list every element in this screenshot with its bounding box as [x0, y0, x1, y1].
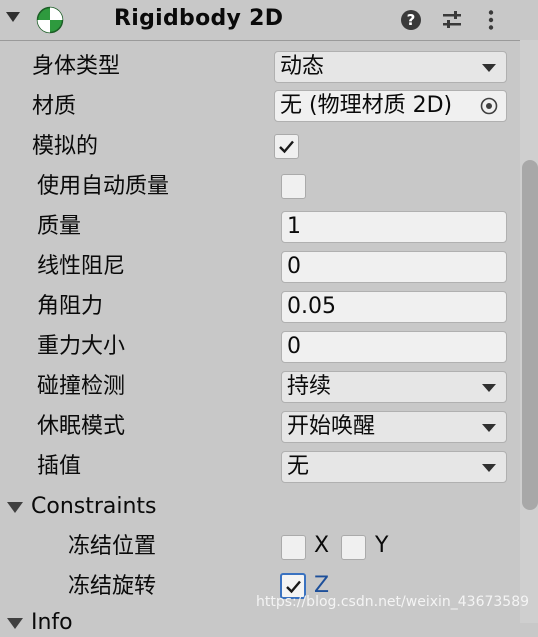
linear-drag-label: 线性阻尼: [37, 254, 126, 279]
mass-label: 质量: [37, 214, 82, 239]
linear-drag-input[interactable]: 0: [281, 251, 507, 283]
scrollbar-thumb[interactable]: [522, 160, 538, 510]
material-value: 无 (物理材质 2D): [280, 93, 453, 118]
angular-drag-input[interactable]: 0.05: [281, 291, 507, 323]
material-label: 材质: [32, 94, 77, 119]
dropdown-arrow-icon: [482, 384, 496, 392]
gravity-scale-input[interactable]: 0: [281, 331, 507, 363]
collision-detection-label: 碰撞检测: [37, 374, 126, 399]
sleeping-mode-label: 休眠模式: [37, 414, 126, 439]
component-title: Rigidbody 2D: [114, 6, 284, 31]
object-picker-icon[interactable]: [480, 97, 498, 115]
use-auto-mass-checkbox[interactable]: [281, 174, 306, 199]
info-foldout-icon[interactable]: [7, 618, 23, 629]
interpolate-label: 插值: [37, 454, 82, 479]
collision-detection-dropdown[interactable]: 持续: [281, 371, 507, 403]
simulated-checkbox[interactable]: [274, 134, 299, 159]
body-type-dropdown[interactable]: 动态: [274, 51, 507, 83]
body-type-value: 动态: [280, 54, 325, 79]
freeze-position-x-label: X: [314, 533, 330, 558]
sleeping-mode-value: 开始唤醒: [287, 414, 376, 439]
material-object-field[interactable]: 无 (物理材质 2D): [274, 90, 507, 122]
constraints-foldout-icon[interactable]: [7, 502, 23, 513]
rigidbody-component-icon: [36, 6, 64, 34]
dropdown-arrow-icon: [482, 424, 496, 432]
gravity-scale-label: 重力大小: [37, 334, 126, 359]
freeze-position-y-label: Y: [375, 533, 389, 558]
checkmark-icon: [279, 140, 294, 154]
freeze-position-x-checkbox[interactable]: [281, 535, 306, 560]
watermark-text: https://blog.csdn.net/weixin_43673589: [256, 594, 530, 610]
more-options-icon[interactable]: [479, 8, 503, 32]
svg-text:?: ?: [407, 11, 416, 29]
freeze-position-label: 冻结位置: [68, 534, 157, 559]
simulated-label: 模拟的: [32, 134, 99, 159]
dropdown-arrow-icon: [482, 64, 496, 72]
dropdown-arrow-icon: [482, 464, 496, 472]
help-icon[interactable]: ?: [399, 8, 423, 32]
mass-input[interactable]: 1: [281, 211, 507, 243]
freeze-position-y-checkbox[interactable]: [341, 535, 366, 560]
use-auto-mass-label: 使用自动质量: [37, 174, 170, 199]
constraints-foldout-label[interactable]: Constraints: [31, 493, 157, 521]
angular-drag-label: 角阻力: [37, 294, 104, 319]
preset-icon[interactable]: [440, 8, 464, 32]
fold-chevron-icon[interactable]: [6, 12, 20, 22]
info-foldout-label[interactable]: Info: [31, 609, 73, 637]
freeze-rotation-label: 冻结旋转: [68, 574, 157, 599]
body-type-label: 身体类型: [32, 54, 121, 79]
interpolate-value: 无: [287, 454, 310, 479]
collision-detection-value: 持续: [287, 374, 332, 399]
sleeping-mode-dropdown[interactable]: 开始唤醒: [281, 411, 507, 443]
component-header: Rigidbody 2D ?: [0, 0, 520, 41]
interpolate-dropdown[interactable]: 无: [281, 451, 507, 483]
